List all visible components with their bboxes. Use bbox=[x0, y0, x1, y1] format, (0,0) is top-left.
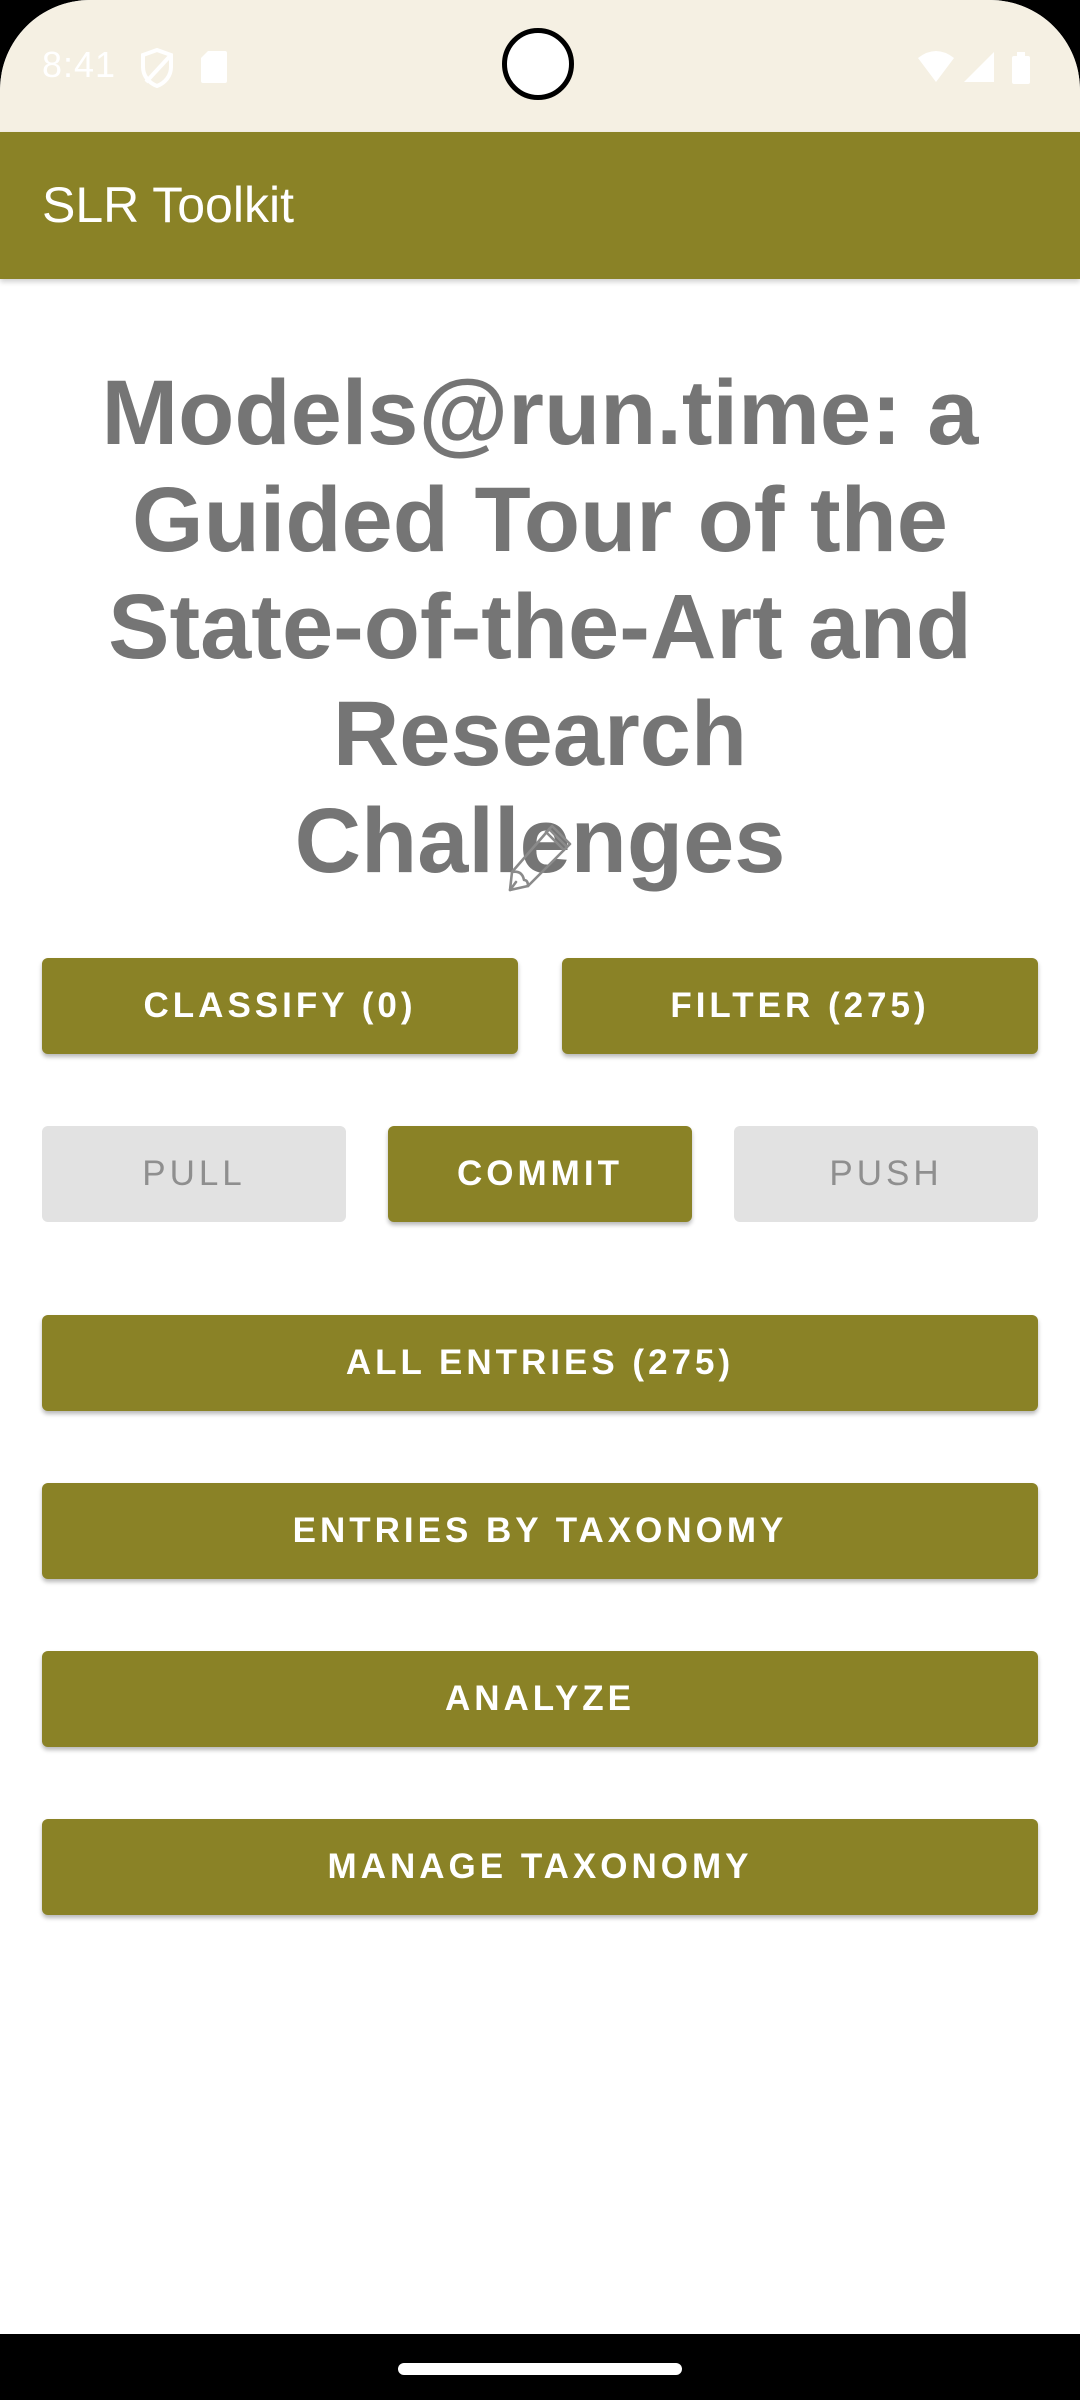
wifi-icon bbox=[918, 51, 954, 82]
pull-button[interactable]: PULL bbox=[42, 1126, 346, 1222]
app-bar: SLR Toolkit bbox=[0, 132, 1080, 279]
analyze-button[interactable]: ANALYZE bbox=[42, 1651, 1038, 1747]
app-title: SLR Toolkit bbox=[42, 177, 294, 233]
commit-button[interactable]: COMMIT bbox=[388, 1126, 692, 1222]
manage-taxonomy-button[interactable]: MANAGE TAXONOMY bbox=[42, 1819, 1038, 1915]
all-entries-button[interactable]: ALL ENTRIES (275) bbox=[42, 1315, 1038, 1411]
camera-cutout bbox=[502, 28, 574, 100]
shield-icon bbox=[141, 48, 173, 88]
project-title: Models@run.time: a Guided Tour of the St… bbox=[101, 362, 979, 892]
classify-button[interactable]: CLASSIFY (0) bbox=[42, 958, 518, 1054]
system-status-icons bbox=[918, 51, 1030, 84]
sd-card-icon bbox=[201, 51, 227, 83]
pencil-icon[interactable] bbox=[502, 818, 578, 894]
screen: 8:41 SLR Toolkit Models@run.time: a Guid… bbox=[0, 0, 1080, 2334]
gesture-navigation-handle[interactable] bbox=[398, 2363, 682, 2375]
cell-signal-icon bbox=[964, 52, 994, 82]
entries-by-taxonomy-button[interactable]: ENTRIES BY TAXONOMY bbox=[42, 1483, 1038, 1579]
status-time: 8:41 bbox=[42, 44, 117, 85]
filter-button[interactable]: FILTER (275) bbox=[562, 958, 1038, 1054]
push-button[interactable]: PUSH bbox=[734, 1126, 1038, 1222]
device-frame: 8:41 SLR Toolkit Models@run.time: a Guid… bbox=[0, 0, 1080, 2400]
battery-icon bbox=[1012, 52, 1030, 84]
status-bar: 8:41 bbox=[0, 0, 1080, 132]
